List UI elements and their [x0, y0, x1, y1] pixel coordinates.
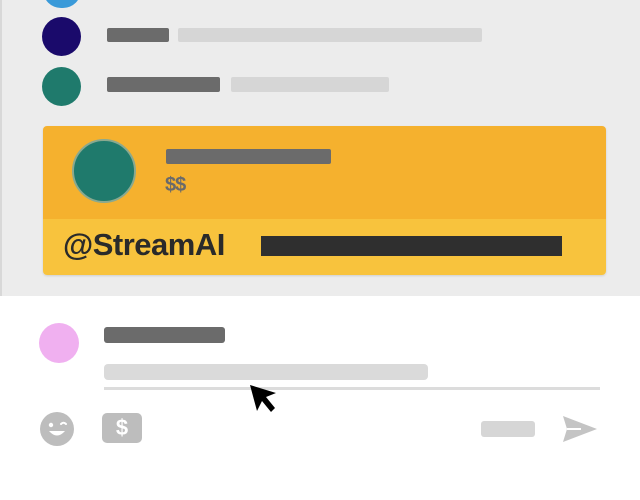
- super-chat-card: $$ @StreamAI: [43, 126, 606, 275]
- send-button[interactable]: [561, 414, 599, 444]
- super-chat-message-redacted: [261, 236, 562, 256]
- send-icon: [563, 416, 597, 442]
- super-chat-author-placeholder: [166, 149, 331, 164]
- message-text-placeholder: [231, 77, 389, 92]
- emoji-icon: [48, 421, 67, 436]
- dollar-icon: $: [115, 415, 129, 440]
- message-avatar: [42, 67, 81, 106]
- current-user-avatar: [39, 323, 79, 363]
- input-underline: [104, 387, 600, 390]
- compose-area: [0, 296, 640, 500]
- current-user-name-placeholder: [104, 327, 225, 343]
- chat-feed: $$ @StreamAI: [0, 0, 640, 296]
- super-chat-handle: @StreamAI: [63, 227, 225, 262]
- super-chat-amount: $$: [165, 174, 186, 196]
- message-input[interactable]: [104, 364, 428, 380]
- message-author-placeholder: [107, 77, 220, 92]
- message-avatar: [43, 0, 81, 8]
- message-text-placeholder: [178, 28, 482, 42]
- message-avatar: [42, 17, 81, 56]
- emoji-button[interactable]: [40, 412, 74, 446]
- message-author-placeholder: [107, 28, 169, 42]
- char-counter-placeholder: [481, 421, 535, 437]
- super-chat-button[interactable]: $: [102, 413, 142, 443]
- super-chat-avatar: [72, 139, 136, 203]
